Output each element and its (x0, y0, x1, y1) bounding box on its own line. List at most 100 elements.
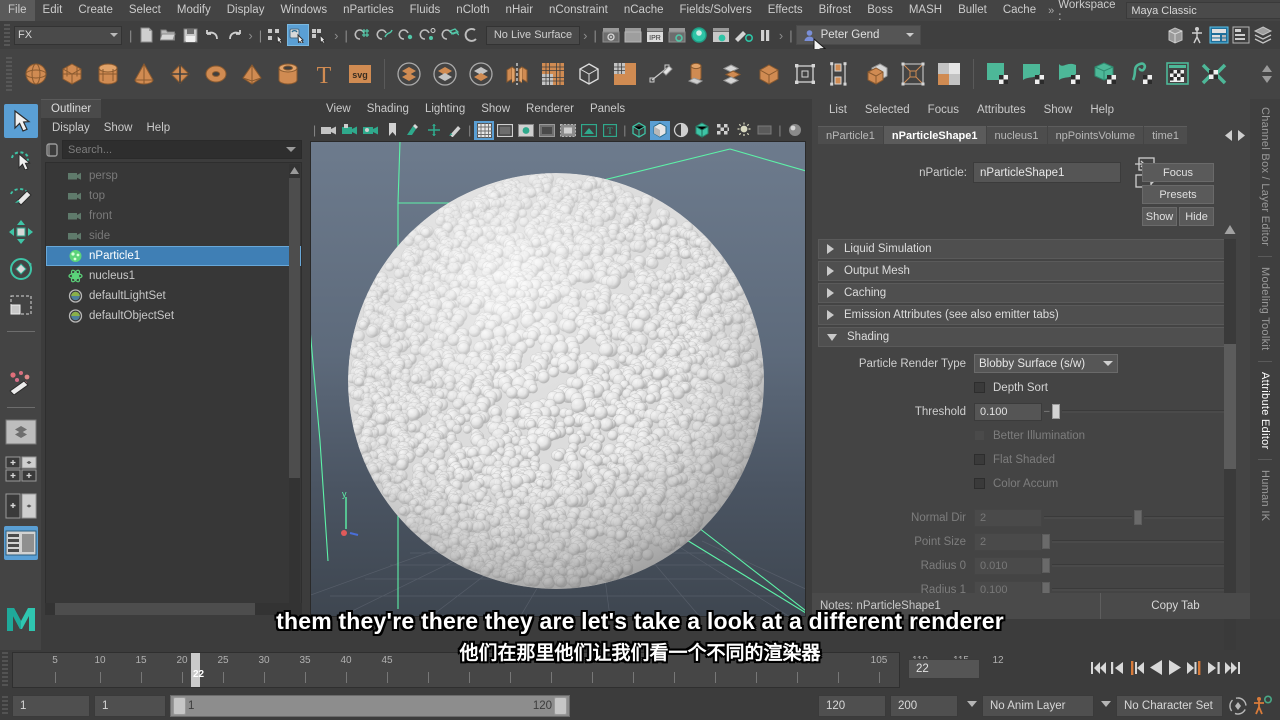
grease-pencil-icon[interactable] (445, 121, 465, 140)
step-back-key-icon[interactable] (1110, 660, 1125, 676)
list-item-nparticle1[interactable]: nParticle1 (46, 246, 301, 266)
scrollbar-thumb[interactable] (55, 603, 255, 615)
four-view-layout-button[interactable] (4, 452, 38, 486)
range-slider-left-knob[interactable] (173, 697, 186, 715)
tab-nparticle1[interactable]: nParticle1 (818, 126, 883, 144)
menu-edit[interactable]: Edit (35, 0, 71, 21)
step-back-frame-icon[interactable] (1128, 660, 1145, 676)
rtab-channel-box-layer-editor[interactable]: Channel Box / Layer Editor (1259, 99, 1271, 254)
text-overlay-icon[interactable]: T (600, 121, 620, 140)
timeline-track[interactable]: 5 10 15 20 25 30 35 40 45 105 110 115 12 (12, 652, 1004, 688)
threshold-slider-track[interactable] (1061, 410, 1232, 413)
open-scene-icon[interactable] (157, 24, 179, 46)
shelf-grip[interactable] (6, 57, 12, 91)
list-item-defaultlightset[interactable]: defaultLightSet (46, 286, 301, 306)
point-size-slider-track[interactable] (1052, 540, 1232, 543)
character-set-dropdown[interactable]: No Character Set (1116, 695, 1223, 717)
viewport-menu-lighting[interactable]: Lighting (417, 99, 473, 119)
viewport-menu-shading[interactable]: Shading (359, 99, 417, 119)
render-settings-icon[interactable] (666, 24, 688, 46)
outliner-tree[interactable]: persp top front side nParticle1 nucleus1… (45, 162, 302, 614)
outliner-persp-layout-button[interactable] (3, 526, 38, 560)
menu-nhair[interactable]: nHair (498, 0, 541, 21)
render-current-frame-icon[interactable] (600, 24, 622, 46)
screen-space-ao-icon[interactable] (785, 121, 805, 140)
poly-sphere-icon[interactable] (19, 57, 53, 91)
snap-to-view-plane-icon[interactable] (439, 24, 461, 46)
viewport-menu-view[interactable]: View (318, 99, 359, 119)
lock-camera-icon[interactable] (340, 121, 360, 140)
bookmark-icon[interactable] (382, 121, 402, 140)
resolution-gate-icon[interactable] (516, 121, 536, 140)
poly-plane-icon[interactable] (163, 57, 197, 91)
menu-windows[interactable]: Windows (272, 0, 335, 21)
normal-dir-slider-track-left[interactable] (1044, 516, 1132, 519)
poly-cone-icon[interactable] (127, 57, 161, 91)
grid-toggle-icon[interactable] (474, 120, 495, 140)
normal-dir-input[interactable]: 2 (974, 508, 1042, 527)
boolean-union-icon[interactable] (392, 57, 426, 91)
step-forward-key-icon[interactable] (1206, 660, 1221, 676)
chevron-left-icon[interactable] (1224, 129, 1233, 141)
menu-set-dropdown[interactable]: FX (14, 25, 122, 45)
shelf-scroll-arrows[interactable] (1260, 64, 1274, 84)
sculpt-deform-icon[interactable] (896, 57, 930, 91)
step-forward-frame-icon[interactable] (1186, 660, 1203, 676)
point-size-input[interactable]: 2 (974, 532, 1042, 551)
wireframe-on-shaded-icon[interactable] (713, 121, 733, 140)
select-by-component-type-icon[interactable] (309, 24, 331, 46)
ae-menu-attributes[interactable]: Attributes (968, 99, 1035, 121)
nhair-create-icon[interactable] (1125, 57, 1159, 91)
ae-menu-selected[interactable]: Selected (856, 99, 919, 121)
save-scene-icon[interactable] (179, 24, 201, 46)
ae-node-name-input[interactable]: nParticleShape1 (973, 162, 1121, 183)
frame-emission-attributes[interactable]: Emission Attributes (see also emitter ta… (818, 305, 1230, 325)
play-forwards-icon[interactable] (1167, 659, 1183, 676)
range-slider-right-knob[interactable] (554, 697, 567, 715)
particle-render-type-dropdown[interactable]: Blobby Surface (s/w) (974, 354, 1118, 373)
poly-pyramid-icon[interactable] (235, 57, 269, 91)
rtab-human-ik[interactable]: Human IK (1259, 462, 1271, 529)
image-plane-icon[interactable] (403, 121, 423, 140)
list-item[interactable]: top (46, 186, 301, 206)
menu-modify[interactable]: Modify (169, 0, 219, 21)
range-slider-grip[interactable] (2, 696, 8, 716)
last-tool-used-button[interactable] (4, 365, 38, 399)
mirror-geometry-icon[interactable] (500, 57, 534, 91)
list-item[interactable]: side (46, 226, 301, 246)
rtab-modeling-toolkit[interactable]: Modeling Toolkit (1259, 259, 1271, 358)
open-render-view-icon[interactable] (622, 24, 644, 46)
redo-icon[interactable] (223, 24, 245, 46)
uv-checker-icon[interactable] (932, 57, 966, 91)
select-tool-button[interactable] (3, 104, 38, 138)
menu-create[interactable]: Create (70, 0, 121, 21)
normal-dir-slider-track-right[interactable] (1144, 516, 1232, 519)
render-setup-icon[interactable] (710, 24, 732, 46)
tab-nparticleshape1[interactable]: nParticleShape1 (883, 126, 986, 144)
smooth-mesh-icon[interactable] (572, 57, 606, 91)
viewport-menu-panels[interactable]: Panels (582, 99, 633, 119)
viewport-menu-show[interactable]: Show (473, 99, 518, 119)
separate-mesh-icon[interactable] (752, 57, 786, 91)
poly-pipe-icon[interactable] (271, 57, 305, 91)
outliner-menu-show[interactable]: Show (97, 118, 140, 138)
poly-cylinder-icon[interactable] (91, 57, 125, 91)
snap-to-projected-center-icon[interactable] (417, 24, 439, 46)
auto-key-icon[interactable] (1228, 696, 1248, 719)
multi-cut-grid-icon[interactable] (536, 57, 570, 91)
outliner-menu-display[interactable]: Display (45, 118, 97, 138)
chevron-down-icon[interactable] (1101, 701, 1111, 707)
normal-dir-slider-handle[interactable] (1134, 510, 1142, 525)
radius1-slider-track[interactable] (1052, 588, 1232, 591)
make-live-icon[interactable] (461, 24, 483, 46)
move-tool-button[interactable] (4, 215, 38, 249)
copy-tab-button[interactable]: Copy Tab (1100, 593, 1250, 619)
flat-shaded-checkbox[interactable] (974, 454, 985, 465)
film-origin-icon[interactable] (558, 121, 578, 140)
boolean-difference-icon[interactable] (428, 57, 462, 91)
animation-end-time-input[interactable]: 200 (890, 695, 958, 717)
lasso-select-tool-button[interactable] (4, 141, 38, 175)
scrollbar-thumb[interactable] (289, 178, 300, 478)
tab-nucleus1[interactable]: nucleus1 (986, 126, 1047, 144)
extrude-icon[interactable] (680, 57, 714, 91)
